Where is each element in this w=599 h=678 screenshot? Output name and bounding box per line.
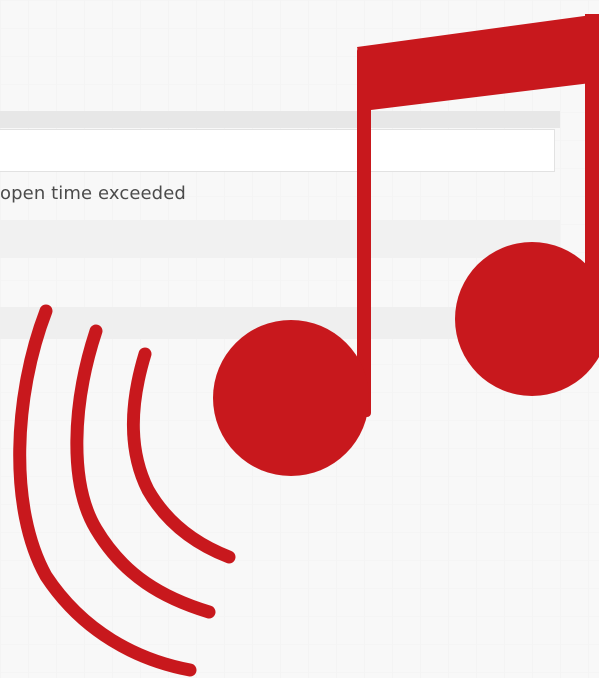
music-note-head-left (213, 320, 369, 476)
sound-wave-arc (13, 304, 197, 677)
music-notes-with-sound-waves-icon (13, 14, 599, 677)
music-note-beam (357, 14, 599, 110)
sound-waves-icon (13, 304, 236, 677)
music-note-icon (213, 14, 599, 476)
music-note-head-right (455, 242, 599, 396)
music-note-stem-right (585, 14, 599, 302)
